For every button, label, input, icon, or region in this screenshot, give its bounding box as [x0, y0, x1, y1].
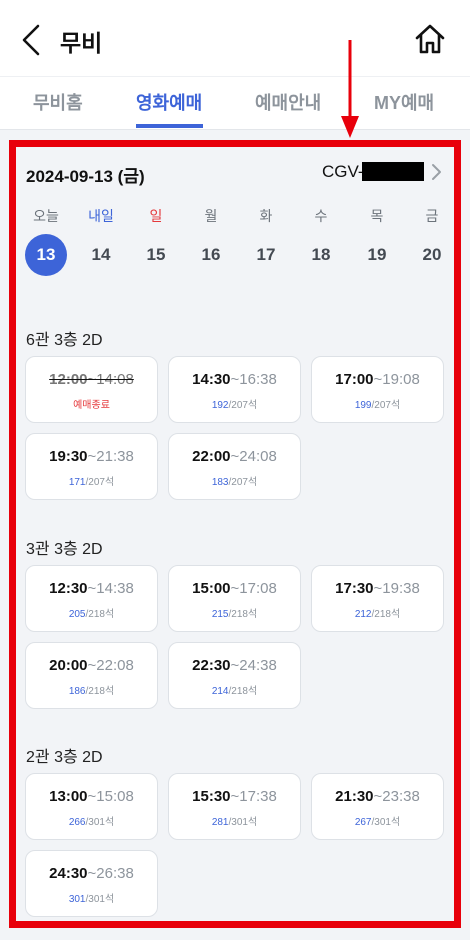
active-tab-indicator — [136, 124, 203, 128]
tab-booking-guide[interactable]: 예매안내 — [255, 89, 321, 115]
back-arrow-icon[interactable] — [18, 22, 46, 58]
app-header: 무비 — [0, 0, 470, 76]
down-arrow-icon — [341, 40, 359, 138]
tab-movie-home[interactable]: 무비홈 — [33, 89, 83, 115]
tab-booking[interactable]: 영화예매 — [136, 89, 202, 115]
home-icon[interactable] — [414, 22, 446, 56]
tab-bar: 무비홈 영화예매 예매안내 MY예매 — [0, 76, 470, 130]
tab-my-booking[interactable]: MY예매 — [374, 89, 434, 115]
page-title: 무비 — [60, 30, 103, 56]
highlight-frame — [9, 140, 461, 928]
